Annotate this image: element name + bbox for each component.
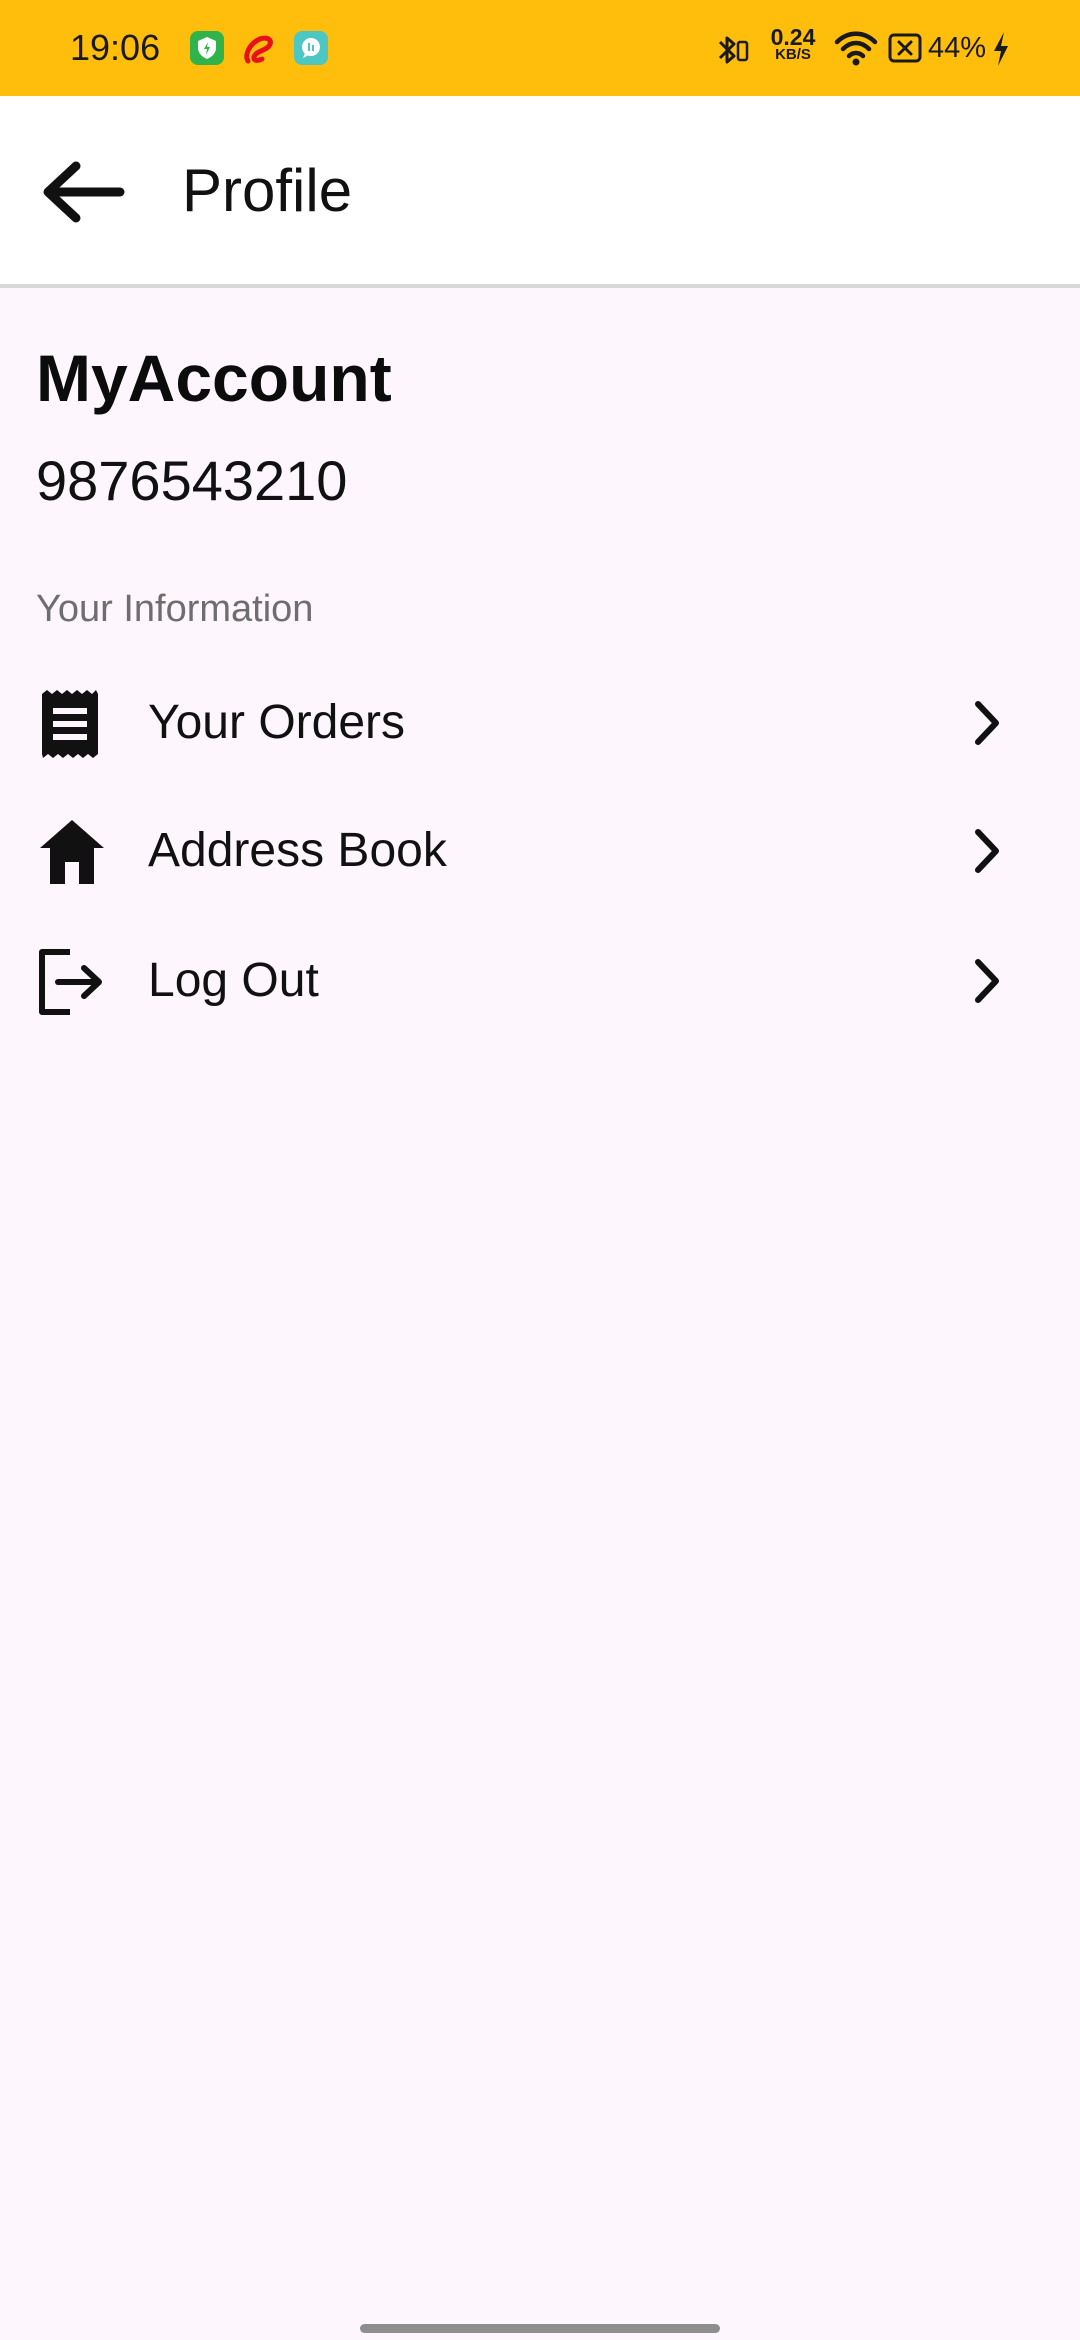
network-speed: 0.24 KB/S [766, 24, 820, 63]
airtel-app-icon [240, 31, 274, 65]
page-title: Profile [182, 157, 353, 224]
receipt-icon [36, 688, 108, 760]
home-icon [36, 816, 108, 888]
chevron-right-icon [962, 698, 1012, 748]
arrow-left-icon [43, 161, 125, 223]
wifi-icon [834, 28, 878, 68]
bluetooth-icon [712, 30, 752, 70]
app-bar: Profile [0, 96, 1080, 288]
chevron-right-icon [962, 826, 1012, 876]
home-indicator[interactable] [360, 2324, 720, 2333]
sim-off-icon [888, 32, 922, 64]
shield-app-icon [190, 31, 224, 65]
chat-app-icon [294, 31, 328, 65]
menu-item-address-book[interactable]: Address Book [0, 792, 1080, 912]
logout-icon [36, 946, 108, 1018]
status-bar: 19:06 0.24 KB/S 44% [0, 0, 1080, 96]
charging-icon [990, 30, 1012, 68]
menu-item-label: Log Out [148, 954, 319, 1007]
account-phone: 9876543210 [36, 449, 348, 512]
status-time: 19:06 [70, 27, 161, 68]
menu-item-label: Your Orders [148, 696, 406, 749]
network-speed-value: 0.24 [770, 24, 816, 50]
chevron-right-icon [962, 956, 1012, 1006]
battery-percent: 44% [928, 32, 987, 64]
menu-item-log-out[interactable]: Log Out [0, 922, 1080, 1042]
back-button[interactable] [24, 136, 144, 248]
menu-item-label: Address Book [148, 824, 447, 877]
section-label: Your Information [36, 588, 314, 630]
menu-item-your-orders[interactable]: Your Orders [0, 664, 1080, 784]
account-name: MyAccount [36, 341, 392, 415]
